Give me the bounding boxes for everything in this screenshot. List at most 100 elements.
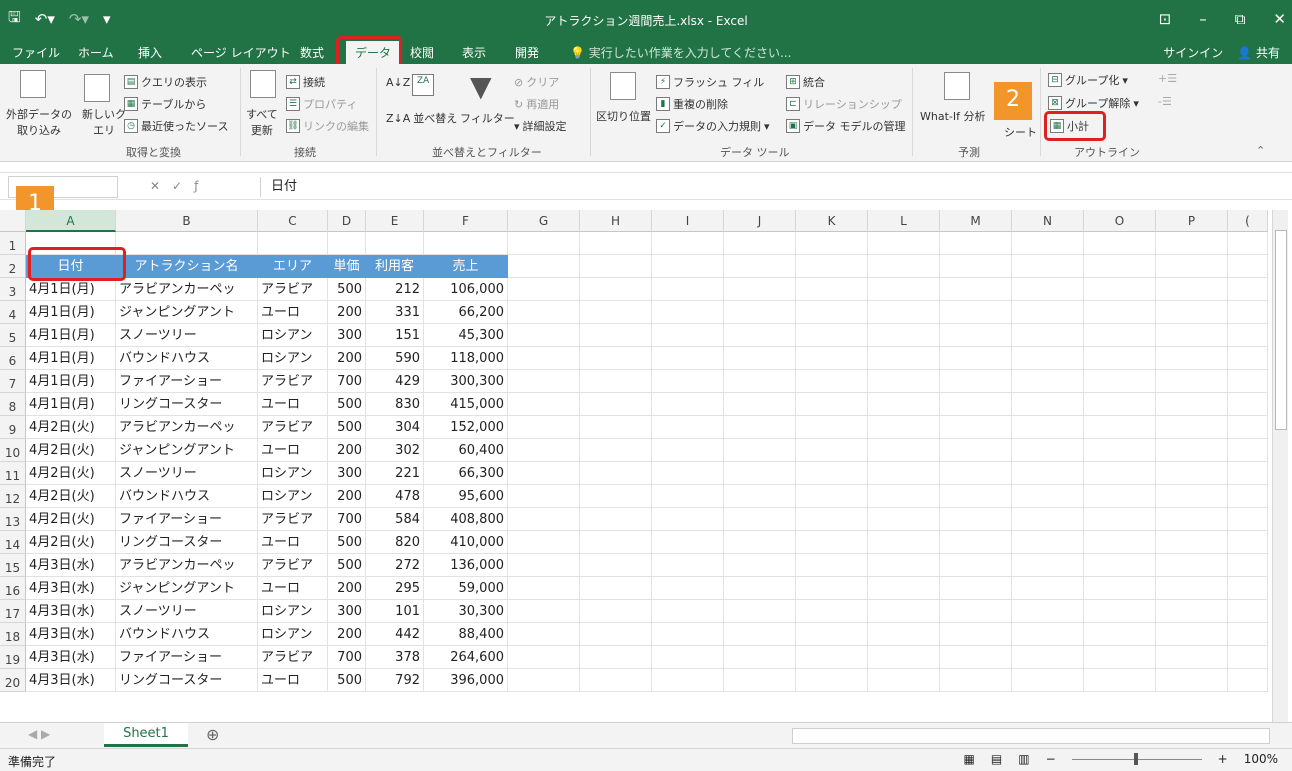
cell-J11[interactable]: [724, 462, 796, 485]
cell-I12[interactable]: [652, 485, 724, 508]
cell-H3[interactable]: [580, 278, 652, 301]
row-header-6[interactable]: 6: [0, 347, 26, 370]
cell-H20[interactable]: [580, 669, 652, 692]
cell-H19[interactable]: [580, 646, 652, 669]
cell-K7[interactable]: [796, 370, 868, 393]
row-header-2[interactable]: 2: [0, 255, 26, 278]
cell-D1[interactable]: [328, 232, 366, 255]
cell-E12[interactable]: 478: [366, 485, 424, 508]
cell-P5[interactable]: [1156, 324, 1228, 347]
cell-I13[interactable]: [652, 508, 724, 531]
cell-B5[interactable]: スノーツリー: [116, 324, 258, 347]
cell-I2[interactable]: [652, 255, 724, 278]
spreadsheet-grid[interactable]: A B C D E F G H I J K L M N O P(1 2 日付 アトラクション名 エリア 単価 利用客 売上 3…: [0, 210, 1270, 722]
what-if-button[interactable]: What-If 分析: [920, 108, 985, 124]
cell-H11[interactable]: [580, 462, 652, 485]
formula-input[interactable]: 日付: [260, 177, 1282, 197]
cell-E14[interactable]: 820: [366, 531, 424, 554]
cell-P15[interactable]: [1156, 554, 1228, 577]
cell-N5[interactable]: [1012, 324, 1084, 347]
cell-I18[interactable]: [652, 623, 724, 646]
cell-M5[interactable]: [940, 324, 1012, 347]
cell-F20[interactable]: 396,000: [424, 669, 508, 692]
cell-K16[interactable]: [796, 577, 868, 600]
cell-L15[interactable]: [868, 554, 940, 577]
normal-view-icon[interactable]: ▦: [964, 752, 975, 766]
cell-C4[interactable]: ユーロ: [258, 301, 328, 324]
cell-J8[interactable]: [724, 393, 796, 416]
close-icon[interactable]: ✕: [1273, 10, 1286, 28]
cell-N13[interactable]: [1012, 508, 1084, 531]
cell-G12[interactable]: [508, 485, 580, 508]
ribbon-display-icon[interactable]: ⊡: [1159, 10, 1172, 28]
cell-P11[interactable]: [1156, 462, 1228, 485]
cell-O11[interactable]: [1084, 462, 1156, 485]
cell-M7[interactable]: [940, 370, 1012, 393]
cell-(15[interactable]: [1228, 554, 1268, 577]
cell-(6[interactable]: [1228, 347, 1268, 370]
cell-M6[interactable]: [940, 347, 1012, 370]
cell-M12[interactable]: [940, 485, 1012, 508]
cell-(4[interactable]: [1228, 301, 1268, 324]
cell-C8[interactable]: ユーロ: [258, 393, 328, 416]
cell-P3[interactable]: [1156, 278, 1228, 301]
cell-F17[interactable]: 30,300: [424, 600, 508, 623]
cell-D14[interactable]: 500: [328, 531, 366, 554]
cell-J15[interactable]: [724, 554, 796, 577]
cell-P6[interactable]: [1156, 347, 1228, 370]
cell-D17[interactable]: 300: [328, 600, 366, 623]
cell-C14[interactable]: ユーロ: [258, 531, 328, 554]
group-button[interactable]: ⊟ グループ化 ▾: [1048, 72, 1128, 88]
cell-H7[interactable]: [580, 370, 652, 393]
cell-H4[interactable]: [580, 301, 652, 324]
cell-H15[interactable]: [580, 554, 652, 577]
cell-(13[interactable]: [1228, 508, 1268, 531]
column-header-C[interactable]: C: [258, 210, 328, 232]
cell-F14[interactable]: 410,000: [424, 531, 508, 554]
cell-D9[interactable]: 500: [328, 416, 366, 439]
cell-O14[interactable]: [1084, 531, 1156, 554]
cell-L11[interactable]: [868, 462, 940, 485]
tab-home[interactable]: ホーム: [78, 44, 114, 61]
tab-page-layout[interactable]: ページ レイアウト: [191, 44, 291, 61]
cell-J16[interactable]: [724, 577, 796, 600]
cell-E20[interactable]: 792: [366, 669, 424, 692]
cell-O18[interactable]: [1084, 623, 1156, 646]
cell-O20[interactable]: [1084, 669, 1156, 692]
cell-(16[interactable]: [1228, 577, 1268, 600]
cell-F13[interactable]: 408,800: [424, 508, 508, 531]
filter-button[interactable]: フィルター: [460, 110, 515, 126]
consolidate-button[interactable]: ⊞ 統合: [786, 74, 825, 90]
scroll-thumb[interactable]: [1275, 230, 1287, 430]
page-break-view-icon[interactable]: ▥: [1018, 752, 1029, 766]
cell-P9[interactable]: [1156, 416, 1228, 439]
cell-M11[interactable]: [940, 462, 1012, 485]
cell-I1[interactable]: [652, 232, 724, 255]
cell-F18[interactable]: 88,400: [424, 623, 508, 646]
cell-N16[interactable]: [1012, 577, 1084, 600]
cell-(9[interactable]: [1228, 416, 1268, 439]
cell-E7[interactable]: 429: [366, 370, 424, 393]
cell-L9[interactable]: [868, 416, 940, 439]
cell-E9[interactable]: 304: [366, 416, 424, 439]
cell-B6[interactable]: バウンドハウス: [116, 347, 258, 370]
cell-A15[interactable]: 4月3日(水): [26, 554, 116, 577]
cell-F3[interactable]: 106,000: [424, 278, 508, 301]
cell-I4[interactable]: [652, 301, 724, 324]
cell-(20[interactable]: [1228, 669, 1268, 692]
cell-G9[interactable]: [508, 416, 580, 439]
cell-G20[interactable]: [508, 669, 580, 692]
properties-button[interactable]: ☰ プロパティ: [286, 96, 357, 112]
cell-L19[interactable]: [868, 646, 940, 669]
cell-K17[interactable]: [796, 600, 868, 623]
cell-G6[interactable]: [508, 347, 580, 370]
collapse-ribbon-icon[interactable]: ⌃: [1256, 144, 1265, 157]
cell-A13[interactable]: 4月2日(火): [26, 508, 116, 531]
cell-L5[interactable]: [868, 324, 940, 347]
cell-G3[interactable]: [508, 278, 580, 301]
cell-N17[interactable]: [1012, 600, 1084, 623]
cell-C11[interactable]: ロシアン: [258, 462, 328, 485]
cell-D18[interactable]: 200: [328, 623, 366, 646]
cell-O7[interactable]: [1084, 370, 1156, 393]
cell-F10[interactable]: 60,400: [424, 439, 508, 462]
